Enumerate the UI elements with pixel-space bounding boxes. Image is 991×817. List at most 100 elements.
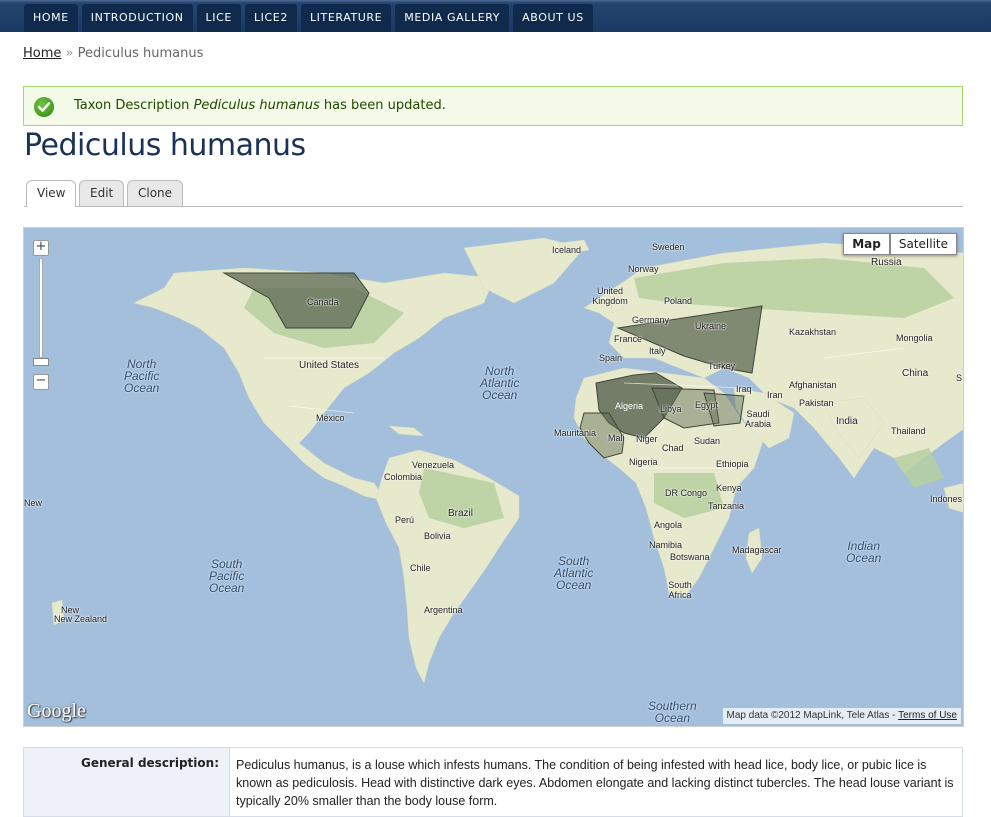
ocean-south-pacific: South Pacific Ocean bbox=[209, 557, 245, 595]
label-spain: Spain bbox=[599, 353, 623, 363]
label-chad: Chad bbox=[662, 443, 684, 453]
label-ukraine: Ukraine bbox=[695, 321, 727, 331]
breadcrumb-current: Pediculus humanus bbox=[77, 46, 204, 61]
label-mauritania: Mauritania bbox=[554, 428, 597, 438]
label-edge-s: S bbox=[956, 373, 963, 383]
zoom-slider-track[interactable] bbox=[39, 258, 43, 358]
label-angola: Angola bbox=[654, 520, 683, 530]
label-kazakhstan: Kazakhstan bbox=[789, 327, 837, 337]
description-row: General description: Pediculus humanus, … bbox=[23, 747, 963, 817]
tab-clone[interactable]: Clone bbox=[127, 180, 184, 206]
nav-about-us[interactable]: ABOUT US bbox=[513, 4, 593, 32]
label-sudan: Sudan bbox=[694, 436, 721, 446]
label-dr-congo: DR Congo bbox=[665, 488, 708, 498]
status-suffix: has been updated. bbox=[323, 98, 446, 113]
zoom-out-button[interactable]: − bbox=[33, 374, 49, 390]
label-new-edge: New bbox=[24, 498, 43, 508]
label-turkey: Turkey bbox=[708, 361, 736, 371]
status-message: Taxon Description Pediculus humanus has … bbox=[23, 86, 963, 126]
label-new-zealand: New Zealand bbox=[54, 614, 108, 624]
label-brazil: Brazil bbox=[448, 508, 474, 519]
status-prefix: Taxon Description bbox=[74, 98, 190, 113]
description-text: Pediculus humanus, is a louse which infe… bbox=[236, 758, 954, 808]
nav-media-gallery[interactable]: MEDIA GALLERY bbox=[395, 4, 510, 32]
label-chile: Chile bbox=[410, 563, 431, 573]
label-france: France bbox=[614, 334, 643, 344]
ocean-south-atlantic: South Atlantic Ocean bbox=[554, 554, 594, 592]
label-united-states: United States bbox=[299, 360, 360, 371]
breadcrumb-separator: » bbox=[65, 46, 74, 61]
status-text: Taxon Description Pediculus humanus has … bbox=[74, 98, 446, 113]
nav-literature[interactable]: LITERATURE bbox=[300, 4, 392, 32]
map-type-satellite-button[interactable]: Satellite bbox=[889, 233, 957, 255]
label-egypt: Egypt bbox=[695, 400, 719, 410]
label-pakistan: Pakistan bbox=[799, 398, 834, 408]
label-tanzania: Tanzania bbox=[708, 501, 745, 511]
label-china: China bbox=[902, 368, 929, 379]
label-norway: Norway bbox=[628, 264, 659, 274]
label-sweden: Sweden bbox=[652, 242, 685, 252]
label-venezuela: Venezuela bbox=[412, 460, 455, 470]
nav-lice2[interactable]: LICE2 bbox=[244, 4, 297, 32]
label-mexico: México bbox=[316, 413, 345, 423]
top-navigation-bar: HOME INTRODUCTION LICE LICE2 LITERATURE … bbox=[0, 0, 991, 32]
world-map-graphic bbox=[51, 237, 963, 684]
label-india: India bbox=[836, 416, 858, 427]
main-menu: HOME INTRODUCTION LICE LICE2 LITERATURE … bbox=[24, 4, 597, 32]
label-russia: Russia bbox=[871, 257, 902, 268]
terms-of-use-link[interactable]: Terms of Use bbox=[898, 710, 957, 721]
tab-view[interactable]: View bbox=[26, 180, 77, 207]
tab-edit[interactable]: Edit bbox=[79, 180, 125, 206]
nav-home[interactable]: HOME bbox=[24, 4, 78, 32]
label-saudi-arabia: Saudi Arabia bbox=[744, 409, 771, 429]
label-iceland: Iceland bbox=[552, 245, 582, 255]
tabs: View Edit Clone bbox=[24, 180, 963, 207]
label-indonesia: Indones bbox=[930, 494, 963, 504]
breadcrumb: Home » Pediculus humanus bbox=[23, 46, 203, 61]
attribution-text: Map data ©2012 MapLink, Tele Atlas - bbox=[726, 710, 896, 721]
label-united-kingdom: United Kingdom bbox=[592, 286, 628, 306]
label-afghanistan: Afghanistan bbox=[789, 380, 837, 390]
zoom-control: + − bbox=[33, 240, 49, 390]
label-libya: Libya bbox=[660, 404, 682, 414]
breadcrumb-home-link[interactable]: Home bbox=[23, 46, 61, 61]
ocean-indian: Indian Ocean bbox=[846, 539, 882, 565]
label-mongolia: Mongolia bbox=[896, 333, 933, 343]
page-title: Pediculus humanus bbox=[24, 128, 306, 163]
label-peru: Perú bbox=[395, 515, 415, 525]
map-type-map-button[interactable]: Map bbox=[843, 233, 890, 255]
label-mali: Mali bbox=[608, 433, 625, 443]
label-iraq: Iraq bbox=[736, 384, 752, 394]
label-poland: Poland bbox=[664, 296, 693, 306]
ocean-north-pacific: North Pacific Ocean bbox=[124, 357, 160, 395]
label-germany: Germany bbox=[632, 315, 670, 325]
google-logo[interactable]: Google bbox=[27, 700, 86, 723]
label-nigeria: Nigeria bbox=[629, 457, 658, 467]
label-italy: Italy bbox=[649, 346, 666, 356]
label-ethiopia: Ethiopia bbox=[716, 459, 749, 469]
label-canada: Canada bbox=[307, 297, 339, 307]
label-kenya: Kenya bbox=[716, 483, 742, 493]
nav-introduction[interactable]: INTRODUCTION bbox=[81, 4, 193, 32]
label-niger: Niger bbox=[636, 434, 658, 444]
ocean-southern: Southern Ocean bbox=[648, 699, 697, 725]
label-south-africa: South Africa bbox=[668, 580, 692, 600]
description-label: General description: bbox=[24, 748, 230, 816]
map-attribution: Map data ©2012 MapLink, Tele Atlas - Ter… bbox=[722, 708, 961, 724]
label-argentina: Argentina bbox=[424, 605, 463, 615]
status-taxon: Pediculus humanus bbox=[193, 98, 320, 113]
checkmark-icon bbox=[34, 97, 54, 117]
distribution-map[interactable]: + − Map Satellite Iceland Sweden Norway … bbox=[23, 227, 964, 727]
map-type-control: Map Satellite bbox=[843, 233, 957, 255]
label-colombia: Colombia bbox=[384, 472, 423, 482]
ocean-north-atlantic: North Atlantic Ocean bbox=[480, 364, 520, 402]
label-madagascar: Madagascar bbox=[732, 545, 782, 555]
label-thailand: Thailand bbox=[891, 426, 926, 436]
label-iran: Iran bbox=[767, 390, 783, 400]
label-namibia: Namibia bbox=[649, 540, 683, 550]
zoom-slider-handle[interactable] bbox=[33, 358, 49, 366]
label-algeria: Algeria bbox=[615, 401, 644, 411]
label-botswana: Botswana bbox=[670, 552, 710, 562]
zoom-in-button[interactable]: + bbox=[33, 240, 49, 256]
nav-lice[interactable]: LICE bbox=[196, 4, 241, 32]
